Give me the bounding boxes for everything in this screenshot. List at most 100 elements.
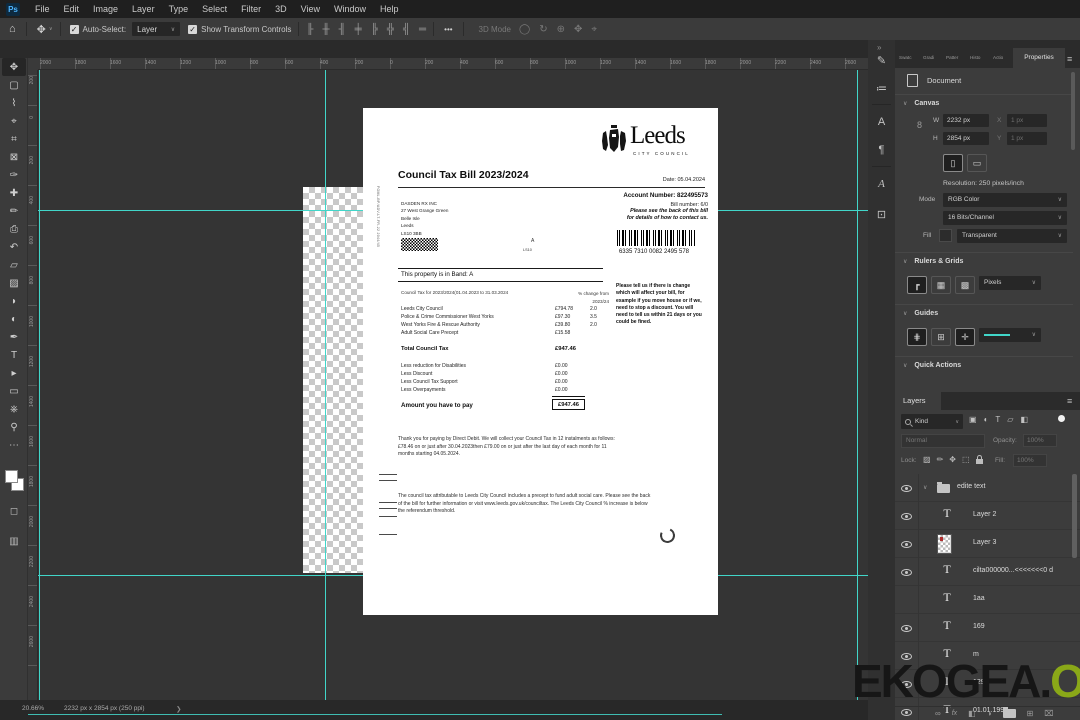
status-chevron-icon[interactable]: ❯	[176, 705, 181, 713]
path-selection-tool-icon[interactable]: ▸	[0, 364, 28, 382]
layer-name[interactable]: cilta000000...<<<<<<<0 d	[973, 567, 1053, 574]
dodge-tool-icon[interactable]: ◐	[0, 310, 28, 328]
guides-toggle-icon[interactable]: ⋕	[907, 328, 927, 346]
distribute-left-icon[interactable]: ╠	[371, 24, 378, 35]
text-layer-thumbnail[interactable]: T	[939, 562, 955, 582]
menu-3d[interactable]: 3D	[268, 4, 294, 14]
libraries-panel-icon[interactable]: ⊡	[868, 208, 895, 221]
align-top-edges-icon[interactable]: ╪	[355, 24, 362, 35]
ruler-units-dropdown[interactable]: Pixels ∨	[979, 276, 1041, 290]
smart-guides-toggle-icon[interactable]: ⊞	[931, 328, 951, 346]
blur-tool-icon[interactable]: ◗	[0, 292, 28, 310]
layer-visibility-toggle[interactable]	[895, 586, 919, 614]
lasso-tool-icon[interactable]: ⌇	[0, 94, 28, 112]
paragraph-panel-icon[interactable]: ¶	[868, 144, 895, 156]
align-horizontal-centers-icon[interactable]: ╫	[322, 24, 329, 35]
adjustment-layer-icon[interactable]: ◑	[987, 709, 992, 718]
layer-visibility-toggle[interactable]	[895, 670, 919, 698]
brush-tool-icon[interactable]: ✏	[0, 202, 28, 220]
layer-row-layer-2[interactable]: T Layer 2	[895, 502, 1080, 530]
quick-actions-section-header[interactable]: ∨ Quick Actions	[903, 362, 961, 369]
more-options-icon[interactable]: •••	[444, 25, 452, 34]
menu-filter[interactable]: Filter	[234, 4, 268, 14]
lock-paint-icon[interactable]: ✏	[937, 455, 944, 464]
auto-select-checkbox[interactable]: ✓	[69, 24, 79, 34]
tab-gradi[interactable]: Gradi	[923, 55, 934, 60]
filter-shape-layers-icon[interactable]: ▱	[1007, 415, 1013, 424]
layer-row-169[interactable]: T 169	[895, 614, 1080, 642]
type-tool-icon[interactable]: T	[0, 346, 28, 364]
layer-visibility-toggle[interactable]	[895, 530, 919, 558]
layer-row-layer-3[interactable]: Layer 3	[895, 530, 1080, 558]
character-panel-icon[interactable]: A	[868, 116, 895, 128]
link-layers-icon[interactable]: ∞	[935, 709, 941, 718]
brush-settings-icon[interactable]: ✎	[868, 54, 895, 67]
menu-view[interactable]: View	[294, 4, 327, 14]
text-layer-thumbnail[interactable]: T	[939, 590, 955, 610]
show-transform-checkbox[interactable]: ✓	[188, 24, 198, 34]
layer-visibility-toggle[interactable]	[895, 502, 919, 530]
distribute-spacing-icon[interactable]: ═	[419, 24, 426, 35]
layer-effects-icon[interactable]: fx	[952, 710, 957, 717]
tab-layers[interactable]: Layers	[895, 392, 941, 410]
layer-thumbnail[interactable]	[937, 534, 952, 554]
canvas-x-field[interactable]: 1 px	[1007, 114, 1047, 127]
align-left-edges-icon[interactable]: ╟	[306, 24, 313, 35]
layer-name[interactable]: 169	[973, 623, 985, 630]
layer-row-cilta000000-0-d[interactable]: Tcilta000000...<<<<<<<0 d	[895, 558, 1080, 586]
menu-file[interactable]: File	[28, 4, 57, 14]
layer-mask-icon[interactable]: ◧	[968, 709, 976, 718]
menu-image[interactable]: Image	[86, 4, 125, 14]
lock-guides-icon[interactable]: ✛	[955, 328, 975, 346]
fill-field[interactable]: 100%	[1013, 454, 1047, 467]
crop-tool-icon[interactable]: ⌗	[0, 130, 28, 148]
eyedropper-tool-icon[interactable]: ✑	[0, 166, 28, 184]
layer-filter-dropdown[interactable]: Kind ∨	[901, 414, 963, 429]
menu-help[interactable]: Help	[373, 4, 406, 14]
tab-swatc[interactable]: Swatc	[899, 55, 912, 60]
layer-visibility-toggle[interactable]	[895, 642, 919, 670]
align-right-edges-icon[interactable]: ╢	[339, 24, 346, 35]
horizontal-ruler[interactable]: 2000 1800 1600 1400 1200 1000 800 600 400 200 0 200…	[28, 58, 868, 70]
color-mode-dropdown[interactable]: RGB Color ∨	[943, 193, 1067, 207]
panel-menu-icon[interactable]: ≡	[1067, 396, 1072, 406]
layer-row-129[interactable]: T 129	[895, 670, 1080, 698]
guide-color-dropdown[interactable]: ∨	[979, 328, 1041, 342]
rulers-grids-section-header[interactable]: ∨ Rulers & Grids	[903, 258, 963, 265]
pixel-grid-toggle-icon[interactable]: ▩	[955, 276, 975, 294]
layer-visibility-toggle[interactable]	[895, 558, 919, 586]
layer-row-edite-text[interactable]: ∨ edite text	[895, 474, 1080, 502]
canvas-width-field[interactable]: 2232 px	[943, 114, 989, 127]
clone-stamp-tool-icon[interactable]: ⎙	[0, 220, 28, 238]
screen-mode-icon[interactable]: ▥	[0, 536, 28, 547]
lock-position-icon[interactable]: ✥	[949, 455, 956, 464]
lock-transparency-icon[interactable]: ▨	[923, 455, 931, 464]
canvas-fill-dropdown[interactable]: Transparent ∨	[957, 229, 1067, 243]
panel-menu-icon[interactable]: ≡	[1067, 54, 1072, 64]
distribute-center-icon[interactable]: ╬	[387, 24, 394, 35]
frame-tool-icon[interactable]: ⊠	[0, 148, 28, 166]
tab-patter[interactable]: Patter	[946, 55, 958, 60]
grid-toggle-icon[interactable]: ▦	[931, 276, 951, 294]
canvas-y-field[interactable]: 1 px	[1007, 132, 1047, 145]
tab-actio[interactable]: Actio	[993, 55, 1003, 60]
filter-pixel-layers-icon[interactable]: ▣	[969, 415, 977, 424]
guide-vertical-mid[interactable]	[325, 70, 326, 700]
vertical-ruler[interactable]: 200 0 200 400 600 800 1000 1200 1400 1600 1800 2000…	[28, 70, 38, 700]
filter-type-layers-icon[interactable]: T	[995, 415, 1000, 424]
hand-tool-icon[interactable]: ⎈	[0, 400, 28, 418]
new-group-icon[interactable]	[1002, 707, 1016, 718]
object-selection-tool-icon[interactable]: ⌖	[0, 112, 28, 130]
menu-select[interactable]: Select	[195, 4, 234, 14]
text-layer-thumbnail[interactable]: T	[939, 506, 955, 526]
fill-swatch[interactable]	[939, 229, 952, 242]
auto-select-target-dropdown[interactable]: Layer ∨	[132, 22, 181, 36]
layer-visibility-toggle[interactable]	[895, 474, 919, 502]
link-dimensions-icon[interactable]: 8	[917, 120, 922, 130]
canvas-section-header[interactable]: ∨ Canvas	[903, 100, 939, 107]
tab-histo[interactable]: Histo	[970, 55, 980, 60]
menu-edit[interactable]: Edit	[57, 4, 87, 14]
zoom-level-field[interactable]: 20.66%	[22, 705, 44, 712]
filter-toggle-dot[interactable]	[1058, 415, 1065, 422]
menu-type[interactable]: Type	[162, 4, 196, 14]
